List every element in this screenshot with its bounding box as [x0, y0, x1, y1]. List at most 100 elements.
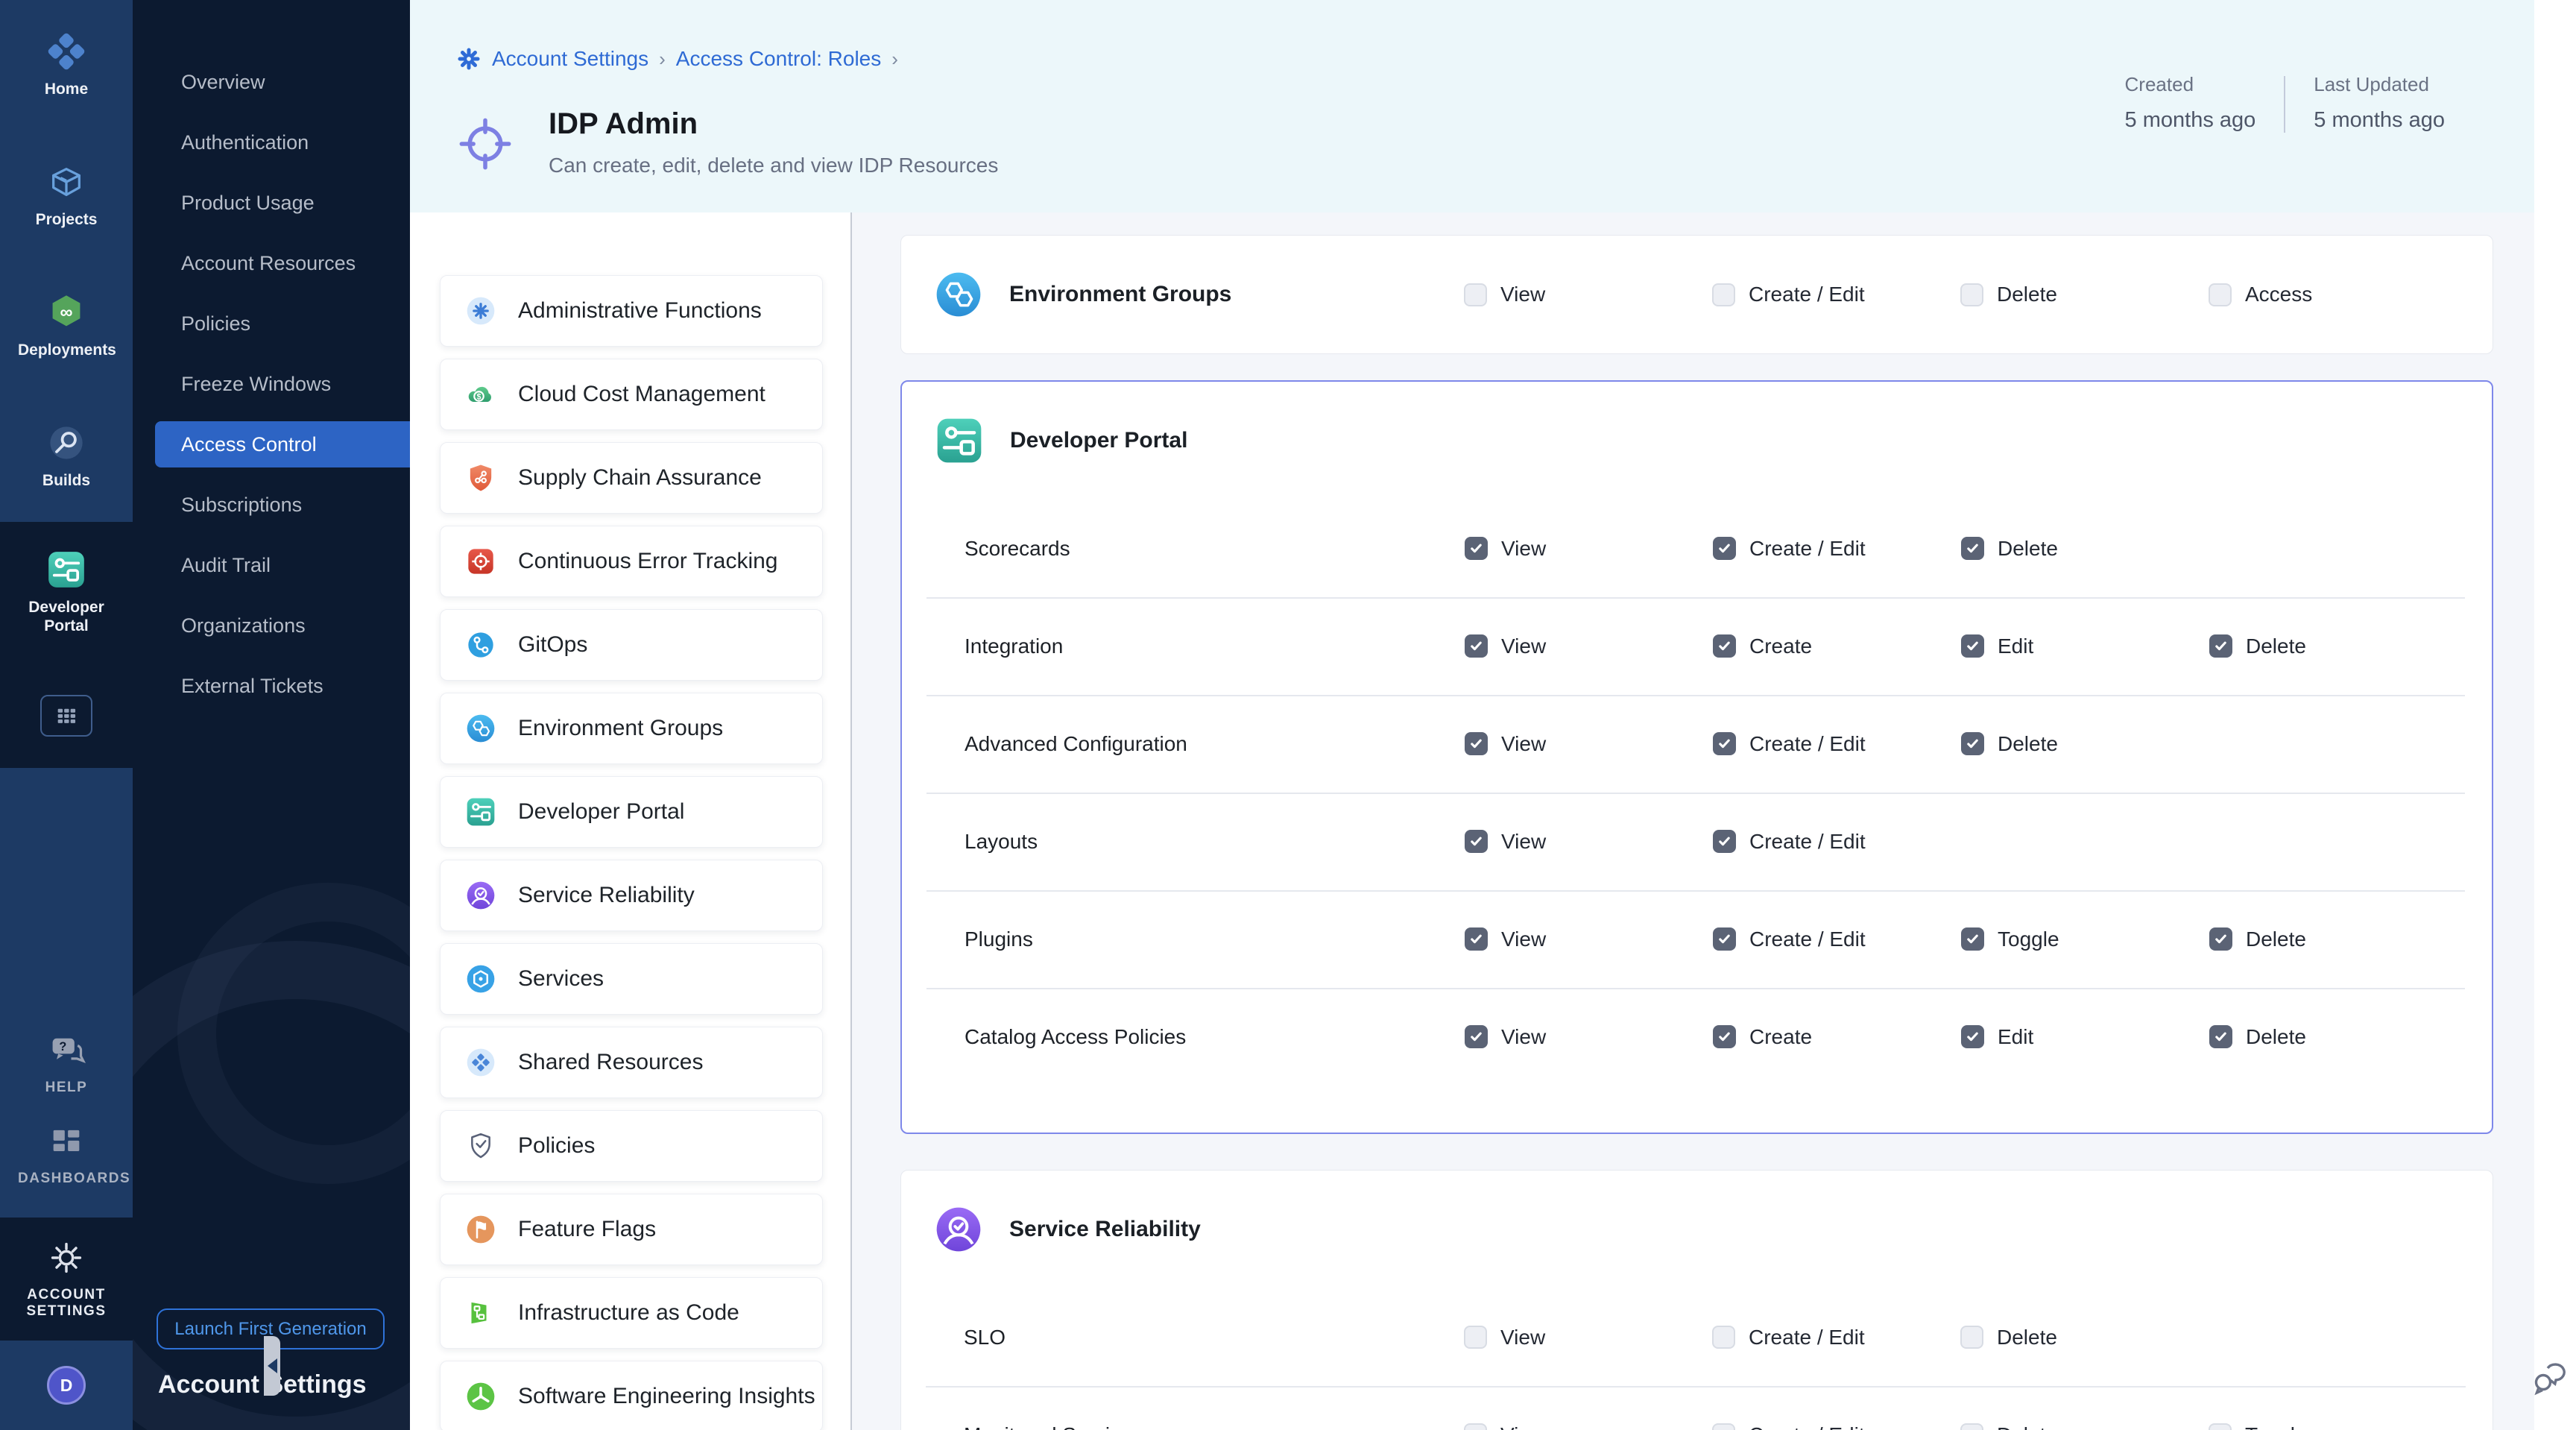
checkbox-delete[interactable]	[2209, 634, 2232, 658]
sidebar-item-product-usage[interactable]: Product Usage	[133, 173, 410, 233]
checkbox-create-edit[interactable]	[1712, 1326, 1735, 1349]
category-card-policies[interactable]: Policies	[440, 1110, 823, 1182]
checkbox-edit[interactable]	[1961, 634, 1984, 658]
checkbox-delete[interactable]	[2209, 1025, 2232, 1048]
rail-item-developer-portal[interactable]: Developer Portal	[0, 522, 133, 664]
category-card-infrastructure-as-code[interactable]: Infrastructure as Code	[440, 1277, 823, 1349]
checkbox-view[interactable]	[1465, 927, 1488, 951]
service-reliability-icon	[935, 1206, 982, 1253]
checkbox-view[interactable]	[1465, 634, 1488, 658]
sidebar-item-audit-trail[interactable]: Audit Trail	[133, 535, 410, 596]
checkbox-label: Delete	[1998, 537, 2058, 561]
category-card-service-reliability[interactable]: Service Reliability	[440, 860, 823, 931]
checkbox-view[interactable]	[1465, 537, 1488, 560]
rail-item-account-settings[interactable]: ACCOUNT SETTINGS	[0, 1218, 133, 1341]
category-card-gitops[interactable]: GitOps	[440, 609, 823, 681]
permission-row-integration: IntegrationViewCreateEditDelete	[902, 597, 2492, 695]
rail-item-label: Developer Portal	[18, 599, 115, 634]
permission-cell-delete: Delete	[1939, 283, 2188, 306]
rail-item-module-grid[interactable]	[0, 664, 133, 768]
checkbox-delete[interactable]	[1961, 537, 1984, 560]
shared-resources-icon	[466, 1048, 496, 1077]
sidebar-item-overview[interactable]: Overview	[133, 52, 410, 113]
checkbox-label: View	[1501, 732, 1546, 756]
category-card-developer-portal[interactable]: Developer Portal	[440, 776, 823, 848]
checkbox-create-edit[interactable]	[1713, 537, 1736, 560]
checkbox-create-edit[interactable]	[1713, 927, 1736, 951]
sidebar-item-subscriptions[interactable]: Subscriptions	[133, 475, 410, 535]
checkbox-toggle[interactable]	[1961, 927, 1984, 951]
checkbox-create-edit[interactable]	[1713, 830, 1736, 853]
checkbox-delete[interactable]	[1960, 283, 1983, 306]
checkbox-delete[interactable]	[1961, 732, 1984, 755]
rail-item-deployments[interactable]: ∞Deployments	[0, 261, 133, 391]
checkbox-toggle[interactable]	[2209, 1423, 2232, 1430]
category-card-shared-resources[interactable]: Shared Resources	[440, 1027, 823, 1098]
checkbox-create[interactable]	[1713, 634, 1736, 658]
sidebar-item-organizations[interactable]: Organizations	[133, 596, 410, 656]
checkbox-create-edit[interactable]	[1712, 1423, 1735, 1430]
sidebar-item-account-resources[interactable]: Account Resources	[133, 233, 410, 294]
breadcrumb-separator: ›	[659, 48, 666, 71]
checkbox-label: Delete	[2246, 1025, 2306, 1049]
breadcrumb: Account Settings › Access Control: Roles…	[456, 46, 898, 72]
checkbox-label: Delete	[2246, 634, 2306, 658]
checkbox-view[interactable]	[1464, 1326, 1487, 1349]
category-card-cloud-cost-management[interactable]: $Cloud Cost Management	[440, 359, 823, 430]
checkbox-create-edit[interactable]	[1713, 732, 1736, 755]
checkbox-create[interactable]	[1713, 1025, 1736, 1048]
rail-item-help[interactable]: ?HELP	[0, 1018, 133, 1108]
checkbox-delete[interactable]	[2209, 927, 2232, 951]
checkbox-delete[interactable]	[1960, 1326, 1983, 1349]
rail-item-home[interactable]: Home	[0, 0, 133, 130]
permission-section-environment-groups: Environment GroupsViewCreate / EditDelet…	[900, 235, 2493, 354]
rail-item-label: Projects	[18, 211, 115, 229]
checkbox-view[interactable]	[1465, 830, 1488, 853]
category-card-supply-chain-assurance[interactable]: Supply Chain Assurance	[440, 442, 823, 514]
checkbox-access[interactable]	[2209, 283, 2232, 306]
admin-functions-icon	[466, 296, 496, 326]
breadcrumb-account-settings[interactable]: Account Settings	[492, 47, 648, 71]
sidebar-collapse-toggle[interactable]	[264, 1336, 280, 1396]
module-grid-button[interactable]	[40, 695, 92, 737]
sidebar-item-access-control[interactable]: Access Control	[155, 421, 410, 467]
checkbox-delete[interactable]	[1960, 1423, 1983, 1430]
sidebar-item-external-tickets[interactable]: External Tickets	[133, 656, 410, 716]
permission-row-label: Integration	[902, 634, 1444, 658]
category-label: Environment Groups	[518, 716, 723, 741]
checkbox-view[interactable]	[1464, 283, 1487, 306]
checkbox-view[interactable]	[1465, 1025, 1488, 1048]
role-title-block: IDP Admin Can create, edit, delete and v…	[456, 106, 998, 177]
sidebar-item-policies[interactable]: Policies	[133, 294, 410, 354]
checkbox-edit[interactable]	[1961, 1025, 1984, 1048]
sidebar-item-authentication[interactable]: Authentication	[133, 113, 410, 173]
support-chat-icon[interactable]	[2531, 1352, 2570, 1399]
category-card-continuous-error-tracking[interactable]: Continuous Error Tracking	[440, 526, 823, 597]
rail-item-dashboards[interactable]: DASHBOARDS	[0, 1108, 133, 1201]
category-label: Shared Resources	[518, 1050, 703, 1075]
avatar[interactable]: D	[47, 1366, 86, 1405]
breadcrumb-access-control-roles[interactable]: Access Control: Roles	[676, 47, 881, 71]
sei-icon	[466, 1382, 496, 1411]
permission-cell-create-edit: Create / Edit	[1691, 1326, 1939, 1349]
category-card-administrative-functions[interactable]: Administrative Functions	[440, 275, 823, 347]
feature-flags-icon	[466, 1215, 496, 1244]
permission-cell-view: View	[1443, 1326, 1691, 1349]
checkbox-view[interactable]	[1464, 1423, 1487, 1430]
permission-section-developer-portal[interactable]: Developer PortalScorecardsViewCreate / E…	[900, 380, 2493, 1134]
cloud-cost-icon: $	[466, 379, 496, 409]
checkbox-label: Edit	[1998, 1025, 2033, 1049]
category-card-services[interactable]: Services	[440, 943, 823, 1015]
rail-item-builds[interactable]: Builds	[0, 391, 133, 522]
permission-cell-create-edit: Create / Edit	[1691, 283, 1939, 306]
category-card-environment-groups[interactable]: Environment Groups	[440, 693, 823, 764]
gear-icon	[47, 1238, 86, 1277]
category-card-feature-flags[interactable]: Feature Flags	[440, 1194, 823, 1265]
rail-item-projects[interactable]: Projects	[0, 130, 133, 261]
permission-cell-edit: Edit	[1940, 1025, 2188, 1049]
section-title-block: Service Reliability	[901, 1206, 1201, 1253]
sidebar-item-freeze-windows[interactable]: Freeze Windows	[133, 354, 410, 415]
category-card-software-engineering-insights[interactable]: Software Engineering Insights	[440, 1361, 823, 1430]
checkbox-view[interactable]	[1465, 732, 1488, 755]
checkbox-create-edit[interactable]	[1712, 283, 1735, 306]
